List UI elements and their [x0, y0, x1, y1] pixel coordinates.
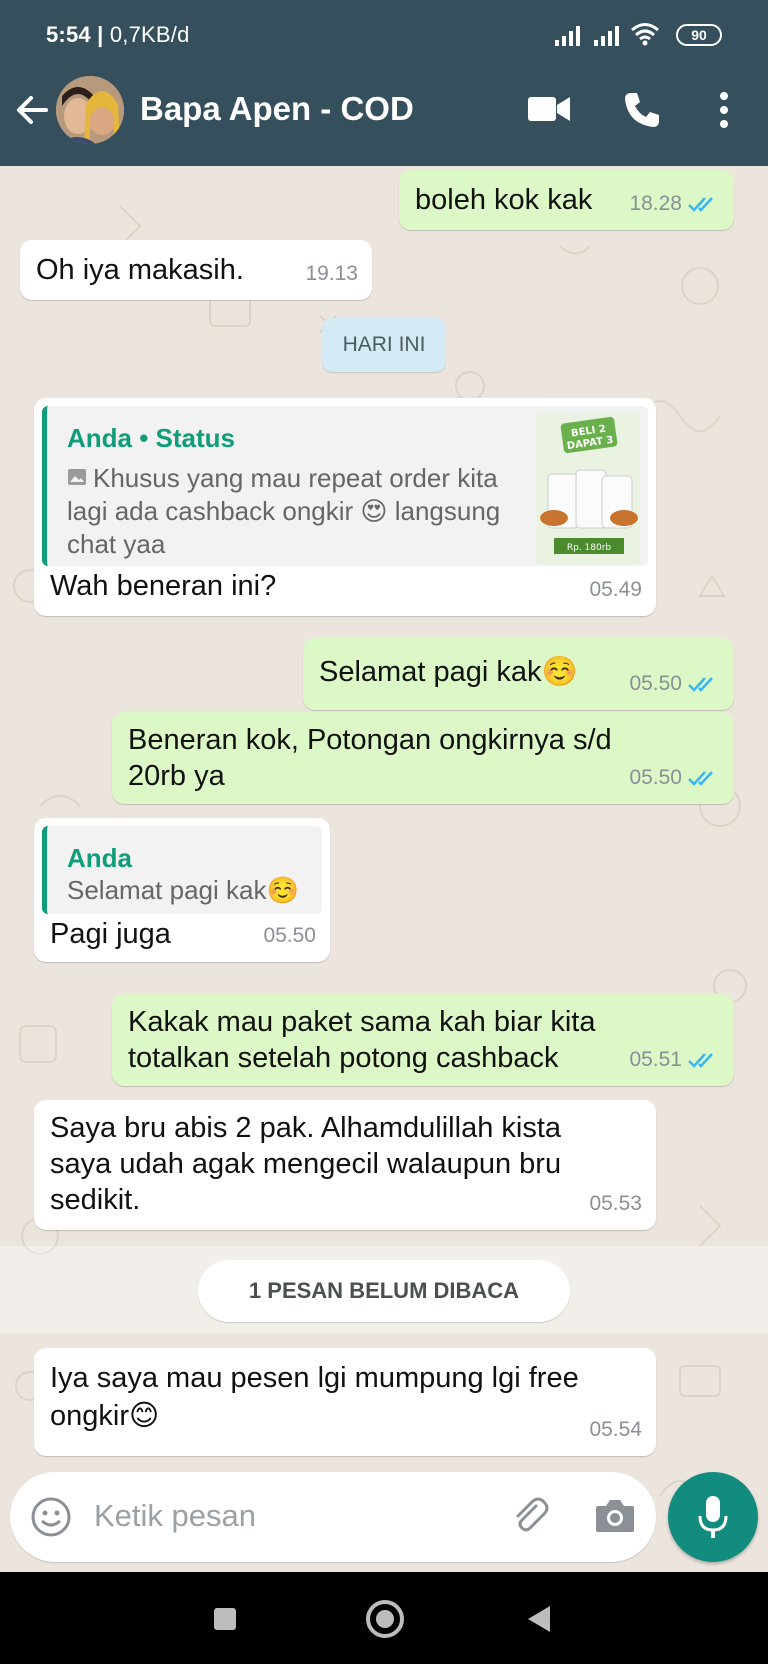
- message-time: 18.28: [629, 192, 682, 215]
- avatar[interactable]: [56, 76, 124, 144]
- chat-header: Bapa Apen - COD: [0, 56, 768, 166]
- signal-icon: [555, 26, 580, 46]
- message-text-line: Iya saya mau pesen lgi mumpung lgi free: [50, 1362, 579, 1394]
- message-text-line: sedikit.: [50, 1184, 141, 1216]
- double-check-icon: [688, 771, 713, 786]
- network-speed: 0,7KB/d: [109, 22, 190, 47]
- clock: 5:54: [46, 22, 91, 47]
- message-composer: Ketik pesan: [0, 1458, 768, 1572]
- quote-line: lagi ada cashback ongkir 😍 langsung: [67, 496, 501, 526]
- status-time: 5:54 | 0,7KB/d: [46, 22, 190, 47]
- message-time: 05.50: [629, 672, 682, 695]
- message-bubble-incoming-reply[interactable]: Anda • Status Khusus yang mau repeat ord…: [34, 398, 656, 616]
- signal-icon-2: [594, 26, 619, 46]
- message-bubble-incoming[interactable]: Saya bru abis 2 pak. Alhamdulillah kista…: [34, 1100, 656, 1230]
- quote-author: Anda • Status: [67, 423, 236, 453]
- chat-title[interactable]: Bapa Apen - COD: [140, 90, 414, 128]
- message-time: 05.49: [589, 578, 642, 601]
- day-divider: HARI INI: [322, 318, 446, 372]
- double-check-icon: [688, 677, 713, 692]
- message-meta: 05.49: [589, 572, 642, 608]
- message-bubble-outgoing[interactable]: boleh kok kak 18.28: [399, 170, 734, 230]
- message-meta: 05.51: [629, 1042, 720, 1078]
- camera-icon[interactable]: [594, 1496, 636, 1536]
- attach-icon[interactable]: [508, 1494, 552, 1538]
- status-bar: 5:54 | 0,7KB/d 90: [0, 0, 768, 56]
- message-meta: 05.50: [629, 666, 720, 702]
- home-button[interactable]: [366, 1600, 404, 1638]
- message-text-line: ongkir😊: [50, 1400, 160, 1432]
- message-text-line: Kakak mau paket sama kah biar kita: [128, 1006, 596, 1038]
- message-bubble-outgoing[interactable]: Beneran kok, Potongan ongkirnya s/d 20rb…: [112, 712, 734, 804]
- message-time: 05.50: [263, 924, 316, 947]
- message-time: 05.53: [589, 1192, 642, 1215]
- more-vert-icon[interactable]: [712, 90, 736, 130]
- unread-divider: 1 PESAN BELUM DIBACA: [0, 1246, 768, 1334]
- message-time: 05.51: [629, 1048, 682, 1071]
- phone-icon[interactable]: [622, 90, 662, 130]
- message-text-line: saya udah agak mengecil walaupun bru: [50, 1148, 562, 1180]
- message-text-line: Saya bru abis 2 pak. Alhamdulillah kista: [50, 1112, 562, 1144]
- message-text: Wah beneran ini?: [50, 570, 277, 602]
- message-time: 19.13: [305, 262, 358, 285]
- image-icon: [68, 469, 86, 485]
- thumb-text: Rp. 180rb: [567, 543, 612, 553]
- message-bubble-incoming[interactable]: Iya saya mau pesen lgi mumpung lgi free …: [34, 1348, 656, 1456]
- double-check-icon: [688, 197, 713, 212]
- input-placeholder: Ketik pesan: [94, 1498, 256, 1533]
- quote-line: Khusus yang mau repeat order kita: [93, 463, 498, 493]
- message-meta: 05.50: [263, 918, 316, 954]
- message-bubble-incoming-reply[interactable]: Anda Selamat pagi kak☺️ Pagi juga 05.50: [34, 818, 330, 962]
- recents-button[interactable]: [214, 1608, 236, 1630]
- back-arrow-icon[interactable]: [12, 90, 52, 130]
- status-thumbnail: BELI 2 DAPAT 3 Rp. 180rb: [536, 414, 640, 564]
- emoji-icon[interactable]: [30, 1496, 72, 1538]
- quoted-status[interactable]: Anda • Status Khusus yang mau repeat ord…: [42, 406, 648, 566]
- message-meta: 05.54: [589, 1412, 642, 1448]
- mic-button[interactable]: [668, 1472, 758, 1562]
- unread-banner: 1 PESAN BELUM DIBACA: [198, 1260, 570, 1322]
- video-call-icon[interactable]: [528, 94, 570, 124]
- message-text-line: Beneran kok, Potongan ongkirnya s/d: [128, 724, 612, 756]
- message-meta: 18.28: [629, 186, 720, 222]
- battery-indicator: 90: [676, 24, 722, 46]
- wifi-icon: [631, 23, 659, 46]
- message-bubble-outgoing[interactable]: Selamat pagi kak☺️ 05.50: [303, 638, 734, 710]
- message-input[interactable]: Ketik pesan: [10, 1472, 656, 1562]
- chat-area[interactable]: boleh kok kak 18.28 Oh iya makasih. 19.1…: [0, 166, 768, 1572]
- mic-icon: [698, 1496, 728, 1538]
- quoted-message[interactable]: Anda Selamat pagi kak☺️: [42, 826, 322, 914]
- quote-author: Anda: [67, 843, 132, 873]
- message-bubble-outgoing[interactable]: Kakak mau paket sama kah biar kita total…: [112, 994, 734, 1086]
- double-check-icon: [688, 1053, 713, 1068]
- message-time: 05.54: [589, 1418, 642, 1441]
- message-meta: 05.50: [629, 760, 720, 796]
- message-meta: 19.13: [305, 256, 358, 292]
- message-bubble-incoming[interactable]: Oh iya makasih. 19.13: [20, 240, 372, 300]
- quote-line: chat yaa: [67, 529, 166, 559]
- system-nav-bar: [0, 1572, 768, 1664]
- message-meta: 05.53: [589, 1186, 642, 1222]
- message-time: 05.50: [629, 766, 682, 789]
- back-button[interactable]: [528, 1606, 550, 1632]
- quote-line: Selamat pagi kak☺️: [67, 875, 299, 905]
